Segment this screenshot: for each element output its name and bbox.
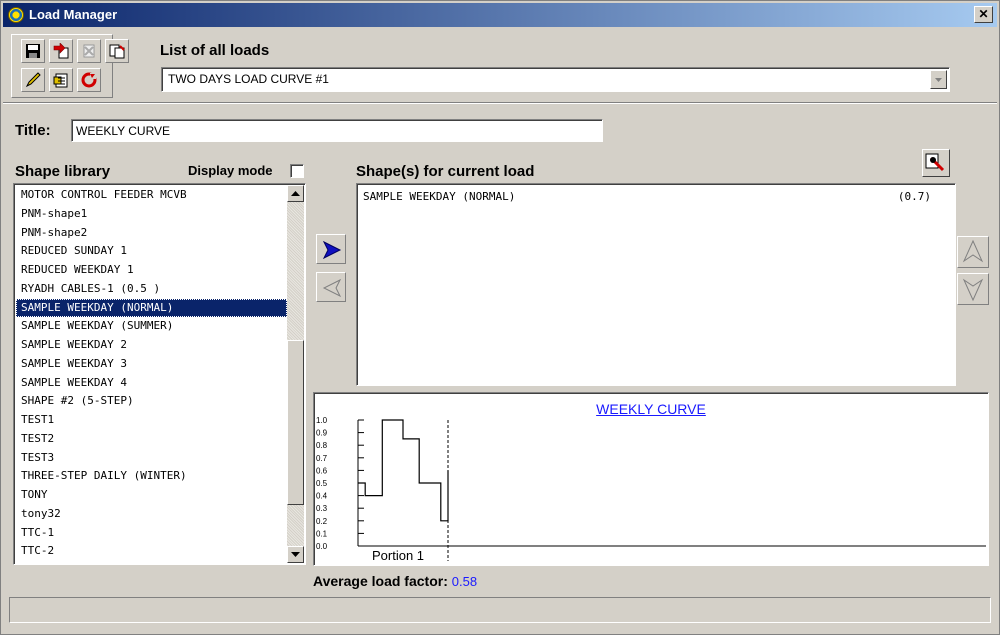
refresh-button[interactable] [77,68,101,92]
move-up-button[interactable] [957,236,989,268]
loads-combo[interactable]: TWO DAYS LOAD CURVE #1 [161,67,950,92]
library-item[interactable]: PNM-shape2 [16,224,287,243]
copy-load-icon [53,43,69,59]
notes-icon [53,73,68,88]
current-shape-name: SAMPLE WEEKDAY (NORMAL) [363,190,516,203]
edit-pencil-icon [25,72,41,88]
delete-load-button[interactable] [77,39,101,63]
add-arrow-icon [322,240,342,260]
current-shape-factor: (0.7) [897,190,931,203]
y-tick-label: 0.2 [316,517,328,526]
scroll-thumb[interactable] [287,340,304,505]
y-tick-label: 0.4 [316,492,328,501]
library-item[interactable]: MOTOR CONTROL FEEDER MCVB [16,186,287,205]
title-label: Title: [15,122,51,139]
library-item[interactable]: SAMPLE WEEKDAY (NORMAL) [16,298,287,318]
paste-button[interactable] [105,39,129,63]
library-item[interactable]: SAMPLE WEEKDAY 4 [16,374,287,393]
y-tick-label: 0.9 [316,429,328,438]
library-item[interactable]: TEST2 [16,430,287,449]
library-item[interactable]: TTC-1 [16,524,287,543]
separator [3,102,997,104]
portion-label: Portion 1 [372,548,424,563]
loads-combo-value: TWO DAYS LOAD CURVE #1 [168,72,329,86]
library-item[interactable]: SAMPLE WEEKDAY (SUMMER) [16,317,287,336]
library-item[interactable]: THREE-STEP DAILY (WINTER) [16,467,287,486]
remove-arrow-icon [322,278,342,298]
scroll-up-button[interactable] [287,185,304,202]
copy-load-button[interactable] [49,39,73,63]
app-gear-icon [8,7,24,23]
add-shape-button[interactable] [316,234,346,264]
display-mode-label: Display mode [188,163,273,178]
scroll-down-button[interactable] [287,546,304,563]
current-shapes-list[interactable]: SAMPLE WEEKDAY (NORMAL) (0.7) [356,183,956,386]
shape-library-label: Shape library [15,163,111,180]
library-item[interactable]: PNM-shape1 [16,205,287,224]
library-item[interactable]: RYADH CABLES-1 (0.5 ) [16,280,287,299]
title-bar: Load Manager ✕ [3,3,997,27]
remove-shape-button[interactable] [316,272,346,302]
display-mode-checkbox[interactable] [290,164,304,178]
status-bar [9,597,991,623]
library-item[interactable]: SAMPLE WEEKDAY 2 [16,336,287,355]
export-shape-button[interactable] [922,149,950,177]
library-item[interactable]: SAMPLE WEEKDAY 3 [16,355,287,374]
shape-library-items: MOTOR CONTROL FEEDER MCVB PNM-shape1 PNM-s… [16,186,287,562]
window-title: Load Manager [29,7,118,22]
refresh-icon [81,72,97,88]
library-item[interactable]: TTC-2 [16,542,287,561]
scroll-up-icon [291,191,300,196]
chart-svg: 1.0 0.9 0.8 0.7 0.6 0.5 0.4 0.3 0.2 0.1 0.0 Portion… [316,416,986,563]
scroll-down-icon [291,552,300,557]
move-down-icon [962,278,984,302]
delete-load-icon [83,44,95,58]
library-item[interactable]: tony32 [16,505,287,524]
move-down-button[interactable] [957,273,989,305]
close-button[interactable]: ✕ [974,6,993,23]
move-up-icon [962,239,984,263]
shape-library-list[interactable]: MOTOR CONTROL FEEDER MCVB PNM-shape1 PNM-s… [13,183,306,565]
library-scrollbar[interactable] [287,185,304,563]
y-tick-label: 1.0 [316,416,328,425]
avg-label: Average load factor: [313,573,452,589]
save-button[interactable] [21,39,45,63]
library-item[interactable]: TEST3 [16,449,287,468]
load-curve-chart: WEEKLY CURVE 1.0 0.9 0.8 0.7 0.6 0.5 0.4 0.3 0.2… [313,392,989,566]
library-item[interactable]: REDUCED WEEKDAY 1 [16,261,287,280]
average-load-factor: Average load factor: 0.58 [313,573,477,589]
y-tick-label: 0.3 [316,504,328,513]
load-step-series [358,419,449,522]
loads-list-label: List of all loads [160,42,270,59]
load-manager-window: Load Manager ✕ List of all loads TWO DAY… [0,0,1000,635]
current-shapes-label: Shape(s) for current load [356,163,535,180]
y-tick-label: 0.0 [316,542,328,551]
library-item[interactable]: SHAPE #2 (5-STEP) [16,392,287,411]
library-item[interactable]: TONY [16,486,287,505]
notes-button[interactable] [49,68,73,92]
avg-value: 0.58 [451,574,478,589]
library-item[interactable]: TEST1 [16,411,287,430]
chevron-down-icon [935,78,942,82]
y-tick-label: 0.1 [316,529,328,538]
paste-icon [109,44,125,59]
save-icon [26,44,40,58]
title-input[interactable] [72,120,602,141]
edit-button[interactable] [21,68,45,92]
y-tick-label: 0.7 [316,454,328,463]
y-tick-label: 0.8 [316,441,328,450]
combo-dropdown-button[interactable] [930,70,947,89]
library-item[interactable]: REDUCED SUNDAY 1 [16,242,287,261]
y-tick-label: 0.6 [316,466,328,475]
y-tick-label: 0.5 [316,479,328,488]
title-field[interactable] [71,119,603,142]
export-icon [925,153,945,172]
